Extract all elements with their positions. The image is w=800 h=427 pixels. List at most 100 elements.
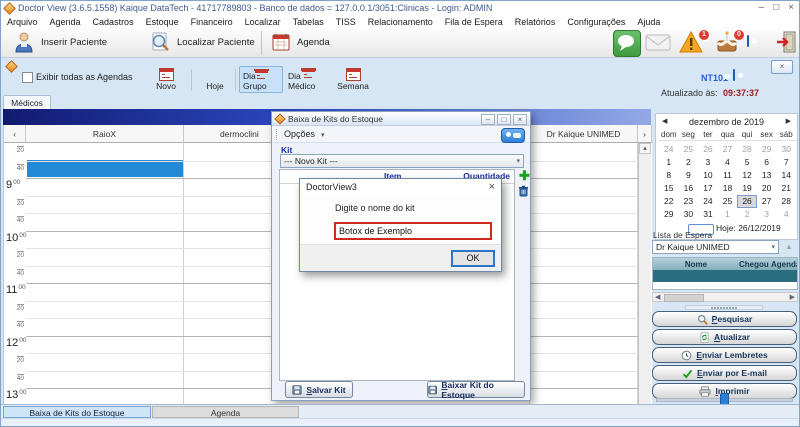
menu-item-localizar[interactable]: Localizar — [239, 17, 287, 27]
scroll-left-icon[interactable]: ‹ — [4, 125, 26, 143]
calendar-day[interactable]: 8 — [659, 169, 679, 182]
mail-icon[interactable] — [645, 33, 671, 54]
agenda-button[interactable]: Agenda — [297, 37, 330, 48]
calendar-day[interactable]: 1 — [659, 156, 679, 169]
calendar-day[interactable]: 31 — [698, 208, 718, 221]
calendar-day[interactable]: 1 — [718, 208, 738, 221]
kit-minimize-icon[interactable]: – — [481, 114, 495, 125]
kit-contacts-icon[interactable] — [501, 128, 525, 143]
schedule-column-dr-kaique[interactable] — [530, 143, 638, 405]
schedule-vertical-scrollbar[interactable]: ▴ — [638, 143, 651, 405]
column-header-raiox[interactable]: RaioX — [26, 125, 184, 143]
hscroll-right-icon[interactable]: ▶ — [790, 293, 795, 301]
waiting-list-table[interactable]: Nome Chegou Agenda — [652, 257, 798, 290]
calendar-day[interactable]: 28 — [776, 195, 796, 208]
menu-item-tabelas[interactable]: Tabelas — [287, 17, 330, 27]
today-button[interactable]: Hoje — [197, 66, 233, 93]
calendar-day[interactable]: 3 — [757, 208, 777, 221]
calendar-day[interactable]: 24 — [698, 195, 718, 208]
menu-item-cadastros[interactable]: Cadastros — [87, 17, 140, 27]
calendar-day[interactable]: 6 — [757, 156, 777, 169]
waiting-list-hscrollbar[interactable]: ◀ ▶ — [652, 292, 798, 302]
menu-item-arquivo[interactable]: Arquivo — [1, 17, 44, 27]
view-day-group-tab[interactable]: Dia Grupo — [239, 66, 283, 93]
calendar-day[interactable]: 27 — [718, 143, 738, 156]
calendar-day[interactable]: 29 — [659, 208, 679, 221]
calendar-day[interactable]: 11 — [718, 169, 738, 182]
calendar-day[interactable]: 16 — [679, 182, 699, 195]
calendar-day[interactable]: 30 — [776, 143, 796, 156]
checkout-kit-button[interactable]: Baixar Kit do Estoque — [427, 381, 525, 398]
calendar-day[interactable]: 20 — [757, 182, 777, 195]
calendar-day[interactable]: 13 — [757, 169, 777, 182]
menu-item-financeiro[interactable]: Financeiro — [185, 17, 239, 27]
calendar-day[interactable]: 18 — [718, 182, 738, 195]
locate-patient-button[interactable]: Localizar Paciente — [177, 37, 255, 48]
opcoes-menu[interactable]: Opções▾ — [284, 129, 325, 139]
calendar-day[interactable]: 9 — [679, 169, 699, 182]
close-panel-icon[interactable]: × — [771, 60, 793, 74]
calendar-day[interactable]: 2 — [679, 156, 699, 169]
ok-button[interactable]: OK — [451, 250, 495, 267]
kit-name-input[interactable] — [334, 222, 492, 240]
new-appointment-button[interactable]: Novo — [147, 66, 185, 93]
panel-splitter[interactable] — [685, 305, 763, 310]
tab-agenda[interactable]: Agenda — [152, 406, 299, 418]
hscroll-left-icon[interactable]: ◀ — [655, 293, 660, 301]
calendar-next-icon[interactable]: ▶ — [786, 117, 791, 125]
contacts-icon[interactable] — [747, 35, 749, 47]
calendar-day[interactable]: 12 — [737, 169, 757, 182]
save-kit-button[interactable]: Salvar Kit — [285, 381, 353, 398]
selected-time-slot[interactable] — [27, 160, 183, 177]
calendar-day[interactable]: 10 — [698, 169, 718, 182]
calendar-day[interactable]: 24 — [659, 143, 679, 156]
view-week-tab[interactable]: Semana — [333, 66, 373, 93]
prompt-close-icon[interactable]: × — [489, 181, 495, 193]
calendar-day[interactable]: 28 — [737, 143, 757, 156]
waiting-doctor-select[interactable]: Dr Kaique UNIMED▾ — [652, 240, 779, 254]
minimize-icon[interactable]: – — [759, 2, 765, 13]
calendar-day[interactable]: 27 — [757, 195, 777, 208]
chat-button[interactable] — [613, 30, 641, 57]
button-enviar-por-e-mail[interactable]: Enviar por E-mail — [652, 365, 797, 381]
calendar-day[interactable]: 15 — [659, 182, 679, 195]
calendar-day[interactable]: 4 — [718, 156, 738, 169]
menu-item-tiss[interactable]: TISS — [330, 17, 362, 27]
maximize-icon[interactable]: □ — [773, 2, 779, 13]
button-enviar-lembretes[interactable]: Enviar Lembretes — [652, 347, 797, 363]
column-header-dr-kaique[interactable]: Dr Kaique UNIMED — [530, 125, 638, 143]
menu-item-configuracoes[interactable]: Configurações — [561, 17, 631, 27]
calendar-day[interactable]: 3 — [698, 156, 718, 169]
calendar-day[interactable]: 4 — [776, 208, 796, 221]
calendar-day[interactable]: 2 — [737, 208, 757, 221]
calendar-day[interactable]: 5 — [737, 156, 757, 169]
collapse-up-icon[interactable]: ▲ — [785, 242, 793, 251]
calendar-day[interactable]: 25 — [718, 195, 738, 208]
schedule-column-raiox[interactable] — [26, 143, 184, 405]
calendar-day[interactable]: 29 — [757, 143, 777, 156]
exit-icon[interactable] — [775, 30, 797, 56]
insert-patient-button[interactable]: Inserir Paciente — [41, 37, 107, 48]
button-pesquisar[interactable]: Pesquisar — [652, 311, 797, 327]
close-icon[interactable]: × — [788, 2, 794, 13]
menu-item-relacionamento[interactable]: Relacionamento — [362, 17, 439, 27]
room-contacts-icon[interactable] — [733, 69, 735, 81]
calendar-day[interactable]: 25 — [679, 143, 699, 156]
delete-item-icon[interactable] — [518, 185, 529, 199]
calendar-day[interactable]: 7 — [776, 156, 796, 169]
calendar-day[interactable]: 30 — [679, 208, 699, 221]
tab-baixa-de-kits[interactable]: Baixa de Kits do Estoque — [3, 406, 151, 418]
calendar-day[interactable]: 17 — [698, 182, 718, 195]
calendar-day[interactable]: 21 — [776, 182, 796, 195]
calendar-day[interactable]: 26 — [737, 195, 757, 208]
calendar-day[interactable]: 22 — [659, 195, 679, 208]
show-all-agendas-checkbox[interactable] — [22, 72, 33, 83]
menu-item-agenda[interactable]: Agenda — [44, 17, 87, 27]
tab-medicos[interactable]: Médicos — [3, 95, 51, 110]
hscroll-thumb[interactable] — [664, 294, 704, 302]
menu-item-fila-de-espera[interactable]: Fila de Espera — [439, 17, 509, 27]
calendar-day[interactable]: 19 — [737, 182, 757, 195]
add-item-icon[interactable]: ✚ — [519, 170, 530, 181]
calendar-day[interactable]: 26 — [698, 143, 718, 156]
kit-maximize-icon[interactable]: □ — [497, 114, 511, 125]
